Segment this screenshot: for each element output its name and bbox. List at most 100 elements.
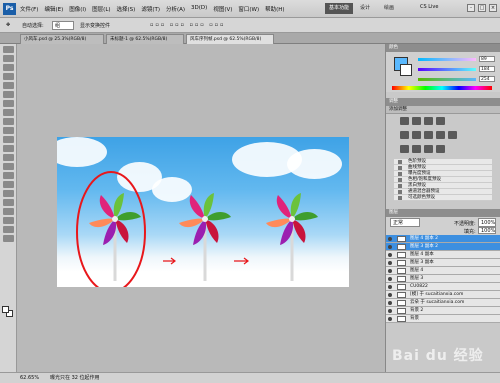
- workspace-essentials[interactable]: 基本功能: [325, 3, 354, 14]
- layer-row[interactable]: [模] 于 sucaitianxia.com: [386, 291, 500, 299]
- eye-icon[interactable]: [388, 293, 392, 297]
- menu-3d[interactable]: 3D(D): [191, 5, 207, 13]
- eye-icon[interactable]: [388, 317, 392, 321]
- lasso-tool-icon[interactable]: [3, 64, 14, 71]
- layer-row[interactable]: 图层 4 副本: [386, 251, 500, 259]
- status-zoom[interactable]: 62.65%: [20, 373, 39, 383]
- red-slider[interactable]: [418, 58, 476, 61]
- layer-row[interactable]: 图层 4: [386, 267, 500, 275]
- threshold-icon[interactable]: [424, 145, 433, 153]
- color-balance-icon[interactable]: [424, 131, 433, 139]
- zoom-tool-icon[interactable]: [3, 235, 14, 242]
- move-tool-icon[interactable]: ✥: [6, 22, 10, 28]
- menu-analysis[interactable]: 分析(A): [166, 5, 185, 13]
- hand-tool-icon[interactable]: [3, 226, 14, 233]
- cs-live-button[interactable]: CS Live: [420, 4, 438, 10]
- canvas-area[interactable]: [17, 44, 385, 373]
- align-icons[interactable]: ▫▫▫ ▫▫▫ ▫▫▫ ▫▫▫: [150, 22, 225, 28]
- pen-tool-icon[interactable]: [3, 172, 14, 179]
- background-color-swatch[interactable]: [400, 64, 412, 76]
- green-slider[interactable]: [418, 68, 476, 71]
- preset-selective-color[interactable]: 可选颜色预设: [394, 195, 492, 201]
- menu-help[interactable]: 帮助(H): [265, 5, 284, 13]
- gradient-map-icon[interactable]: [436, 145, 445, 153]
- eye-icon[interactable]: [388, 269, 392, 273]
- auto-select-dropdown[interactable]: 组: [52, 21, 74, 30]
- color-ramp[interactable]: [392, 86, 492, 90]
- menu-select[interactable]: 选择(S): [117, 5, 136, 13]
- tab-document-3[interactable]: 风车序列帧.psd @ 62.5%(RGB/8): [186, 34, 274, 44]
- opacity-input[interactable]: 100%: [478, 218, 496, 227]
- menu-layer[interactable]: 图层(L): [92, 5, 110, 13]
- layer-row[interactable]: 背景 2: [386, 307, 500, 315]
- shape-tool-icon[interactable]: [3, 199, 14, 206]
- type-tool-icon[interactable]: [3, 181, 14, 188]
- menu-image[interactable]: 图像(I): [69, 5, 86, 13]
- tab-adjustments[interactable]: 调整: [386, 98, 500, 106]
- layer-row[interactable]: CU0822: [386, 283, 500, 291]
- black-white-icon[interactable]: [436, 131, 445, 139]
- eye-icon[interactable]: [388, 285, 392, 289]
- gradient-tool-icon[interactable]: [3, 145, 14, 152]
- stamp-tool-icon[interactable]: [3, 118, 14, 125]
- foreground-color-swatch[interactable]: [2, 306, 9, 313]
- 3d-camera-tool-icon[interactable]: [3, 217, 14, 224]
- menu-edit[interactable]: 编辑(E): [44, 5, 63, 13]
- dodge-tool-icon[interactable]: [3, 163, 14, 170]
- brush-tool-icon[interactable]: [3, 109, 14, 116]
- 3d-rotate-tool-icon[interactable]: [3, 208, 14, 215]
- quick-select-tool-icon[interactable]: [3, 73, 14, 80]
- menu-filter[interactable]: 滤镜(T): [141, 5, 160, 13]
- auto-select-label[interactable]: 自动选择:: [22, 22, 44, 29]
- brightness-icon[interactable]: [400, 117, 409, 125]
- crop-tool-icon[interactable]: [3, 82, 14, 89]
- history-brush-tool-icon[interactable]: [3, 127, 14, 134]
- menu-window[interactable]: 窗口(W): [238, 5, 259, 13]
- posterize-icon[interactable]: [412, 145, 421, 153]
- eye-icon[interactable]: [388, 309, 392, 313]
- curves-icon[interactable]: [424, 117, 433, 125]
- path-select-tool-icon[interactable]: [3, 190, 14, 197]
- layer-row[interactable]: 图层 4 副本 2: [386, 235, 500, 243]
- healing-tool-icon[interactable]: [3, 100, 14, 107]
- document-canvas[interactable]: [57, 137, 349, 287]
- invert-icon[interactable]: [400, 145, 409, 153]
- tab-document-1[interactable]: 小风车.psd @ 25.3%(RGB/8): [20, 34, 104, 44]
- layer-row[interactable]: 图层 3: [386, 275, 500, 283]
- eraser-tool-icon[interactable]: [3, 136, 14, 143]
- layer-row[interactable]: 云朵 于 sucaitianxia.com: [386, 299, 500, 307]
- red-value[interactable]: 89: [479, 56, 495, 62]
- blue-value[interactable]: 254: [479, 76, 495, 82]
- eyedropper-tool-icon[interactable]: [3, 91, 14, 98]
- green-value[interactable]: 184: [479, 66, 495, 72]
- exposure-icon[interactable]: [436, 117, 445, 125]
- workspace-painting[interactable]: 绘画: [380, 3, 398, 14]
- eye-icon[interactable]: [388, 237, 392, 241]
- layer-row[interactable]: 图层 3 副本: [386, 259, 500, 267]
- eye-icon[interactable]: [388, 261, 392, 265]
- workspace-design[interactable]: 设计: [356, 3, 374, 14]
- photo-filter-icon[interactable]: [448, 131, 457, 139]
- menu-file[interactable]: 文件(F): [20, 5, 38, 13]
- fill-input[interactable]: 100%: [478, 227, 496, 234]
- eye-icon[interactable]: [388, 301, 392, 305]
- tab-layers[interactable]: 图层: [386, 209, 500, 217]
- layer-row[interactable]: 图层 3 副本 2: [386, 243, 500, 251]
- blur-tool-icon[interactable]: [3, 154, 14, 161]
- maximize-button[interactable]: □: [478, 4, 486, 12]
- hue-saturation-icon[interactable]: [412, 131, 421, 139]
- minimize-button[interactable]: -: [467, 4, 475, 12]
- eye-icon[interactable]: [388, 253, 392, 257]
- blue-slider[interactable]: [418, 78, 476, 81]
- blend-mode-dropdown[interactable]: 正常: [390, 218, 420, 227]
- menu-view[interactable]: 视图(V): [213, 5, 232, 13]
- tab-color[interactable]: 颜色: [386, 44, 500, 52]
- marquee-tool-icon[interactable]: [3, 55, 14, 62]
- move-tool-icon[interactable]: [3, 46, 14, 53]
- tab-document-2[interactable]: 未标题-1 @ 62.5%(RGB/8): [106, 34, 184, 44]
- vibrance-icon[interactable]: [400, 131, 409, 139]
- eye-icon[interactable]: [388, 277, 392, 281]
- eye-icon[interactable]: [388, 245, 392, 249]
- layer-row[interactable]: 背景: [386, 315, 500, 323]
- levels-icon[interactable]: [412, 117, 421, 125]
